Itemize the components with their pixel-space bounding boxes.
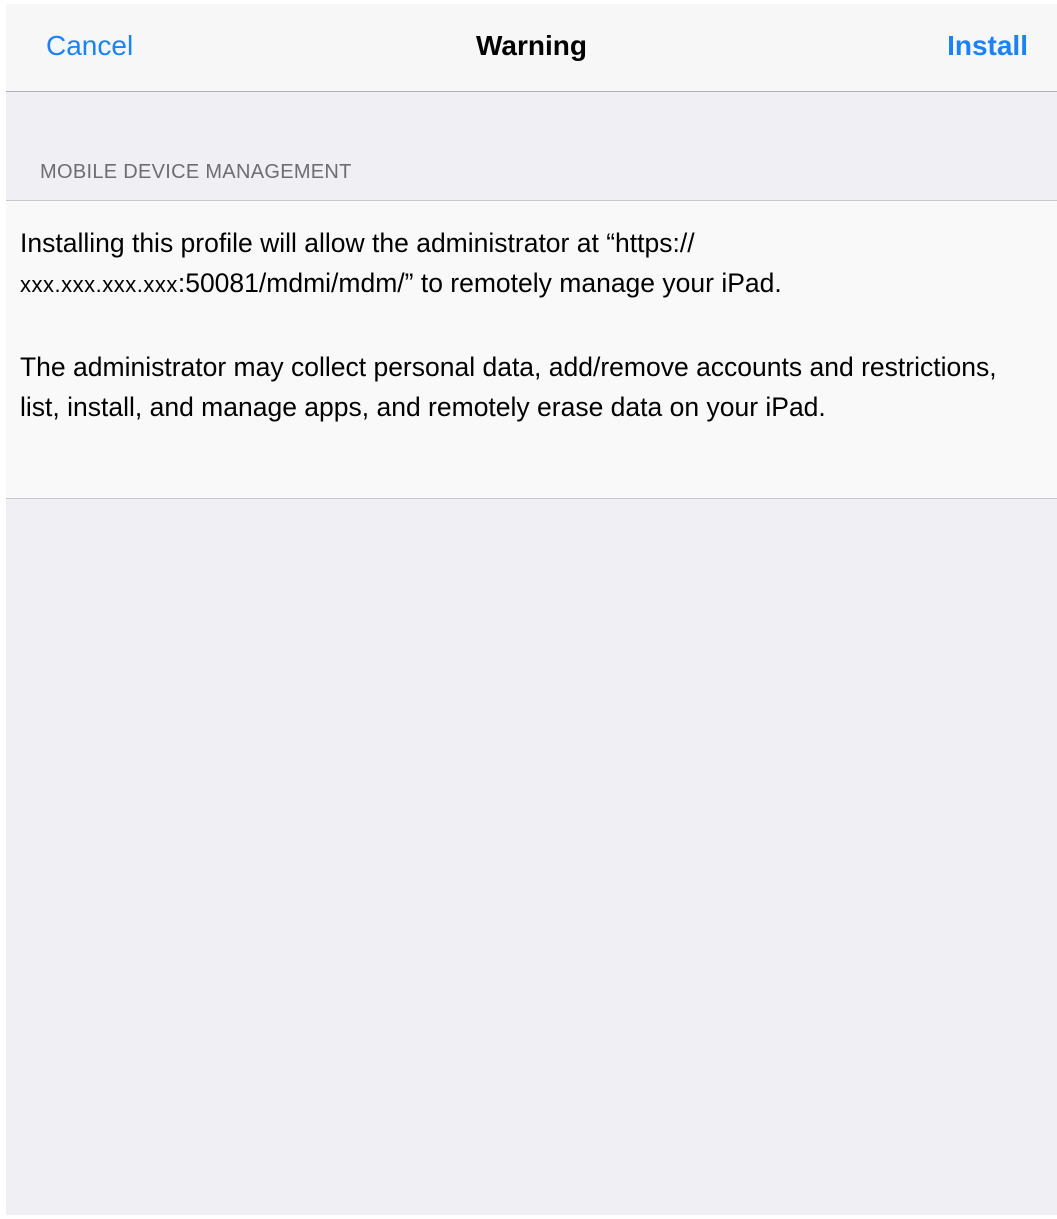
profile-install-screen: Cancel Warning Install MOBILE DEVICE MAN… bbox=[0, 0, 1057, 1219]
warning-content-card: Installing this profile will allow the a… bbox=[6, 200, 1057, 499]
admin-capabilities-paragraph: The administrator may collect personal d… bbox=[20, 352, 997, 422]
install-button[interactable]: Install bbox=[947, 29, 1028, 63]
section-header-mdm: MOBILE DEVICE MANAGEMENT bbox=[40, 161, 352, 183]
warning-text-line1: Installing this profile will allow the a… bbox=[20, 228, 695, 258]
navigation-bar: Cancel Warning Install bbox=[6, 4, 1057, 92]
bottom-edge bbox=[6, 1215, 1057, 1219]
warning-text-line2: :50081/mdmi/mdm/” to remotely manage you… bbox=[177, 268, 782, 298]
masked-server-address: xxx.xxx.xxx.xxx bbox=[20, 272, 178, 297]
mdm-warning-paragraph: Installing this profile will allow the a… bbox=[20, 223, 1037, 305]
page-title: Warning bbox=[476, 30, 587, 61]
